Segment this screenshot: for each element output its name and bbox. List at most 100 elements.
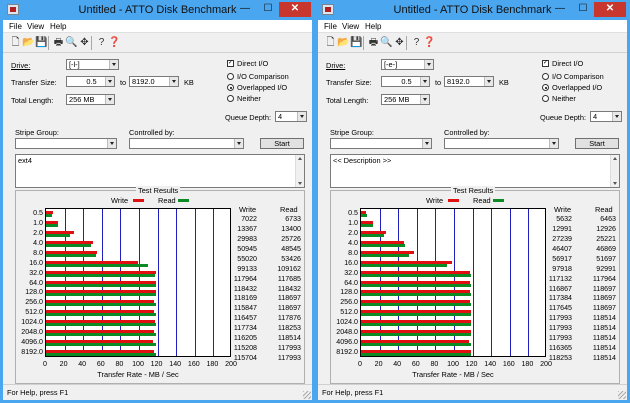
title-bar: Untitled - ATTO Disk Benchmark — ☐ ✕: [318, 0, 627, 20]
read-value: 51697: [596, 254, 616, 263]
chevron-down-icon: [169, 77, 178, 86]
minimize-button[interactable]: —: [549, 2, 571, 17]
io-comparison-radio[interactable]: [227, 73, 234, 80]
move-icon[interactable]: ✥: [78, 36, 91, 49]
unit-label: KB: [499, 78, 509, 87]
open-folder-icon[interactable]: 📂: [337, 36, 350, 49]
drive-select[interactable]: [-e-]: [381, 59, 434, 70]
neither-radio[interactable]: [227, 95, 234, 102]
status-bar: For Help, press F1: [3, 384, 312, 400]
stripe-group-select[interactable]: [330, 138, 432, 149]
queue-depth-select[interactable]: 4: [590, 111, 622, 122]
queue-depth-select[interactable]: 4: [275, 111, 307, 122]
read-bar: [46, 303, 157, 307]
print-preview-icon[interactable]: 🔍: [65, 36, 78, 49]
read-bar: [46, 283, 157, 287]
minimize-button[interactable]: —: [234, 2, 256, 17]
y-tick-label: 64.0: [344, 278, 358, 287]
overlapped-io-radio[interactable]: [542, 84, 549, 91]
chevron-down-icon: [420, 95, 429, 104]
maximize-button[interactable]: ☐: [257, 2, 279, 17]
scrollbar[interactable]: [295, 155, 304, 187]
description-box[interactable]: << Description >>: [330, 154, 620, 188]
move-icon[interactable]: ✥: [393, 36, 406, 49]
drive-value: [-e-]: [384, 60, 398, 69]
new-doc-icon[interactable]: 🗋: [324, 36, 337, 49]
app-window: Untitled - ATTO Disk Benchmark — ☐ ✕ Fil…: [0, 0, 315, 403]
read-value: 117993: [277, 354, 301, 363]
menu-view[interactable]: View: [342, 22, 359, 31]
neither-radio[interactable]: [542, 95, 549, 102]
menu-help[interactable]: Help: [365, 22, 381, 31]
description-box[interactable]: ext4: [15, 154, 305, 188]
read-bar: [361, 293, 472, 297]
print-icon[interactable]: 🖶: [367, 36, 380, 49]
print-icon[interactable]: 🖶: [52, 36, 65, 49]
transfer-from-select[interactable]: 0.5: [66, 76, 115, 87]
save-icon[interactable]: 💾: [350, 36, 363, 49]
read-value: 118253: [277, 324, 301, 333]
read-value: 118432: [277, 284, 301, 293]
read-bar: [361, 233, 385, 237]
gridline: [509, 209, 511, 356]
transfer-from-value: 0.5: [401, 77, 412, 86]
gridline: [491, 209, 493, 356]
read-bar: [46, 213, 53, 217]
close-button[interactable]: ✕: [594, 2, 626, 17]
new-doc-icon[interactable]: 🗋: [9, 36, 22, 49]
overlapped-io-radio[interactable]: [227, 84, 234, 91]
controlled-by-select[interactable]: [129, 138, 244, 149]
open-folder-icon[interactable]: 📂: [22, 36, 35, 49]
y-tick-label: 128.0: [25, 288, 43, 297]
read-bar: [46, 243, 92, 247]
close-button[interactable]: ✕: [279, 2, 311, 17]
direct-io-checkbox[interactable]: ✓: [227, 60, 234, 67]
scrollbar[interactable]: [610, 155, 619, 187]
title-bar: Untitled - ATTO Disk Benchmark — ☐ ✕: [3, 0, 312, 20]
y-tick-label: 0.5: [348, 208, 358, 217]
transfer-to-select[interactable]: 8192.0: [444, 76, 494, 87]
x-tick-label: 20: [59, 360, 68, 368]
total-length-select[interactable]: 256 MB: [66, 94, 115, 105]
read-value: 117876: [277, 314, 301, 323]
menu-view[interactable]: View: [27, 22, 44, 31]
menu-file[interactable]: File: [9, 22, 22, 31]
transfer-to-select[interactable]: 8192.0: [129, 76, 179, 87]
menu-bar: File View Help: [318, 20, 627, 32]
y-tick-label: 64.0: [29, 278, 43, 287]
context-help-icon[interactable]: ❓: [423, 36, 436, 49]
io-comparison-radio[interactable]: [542, 73, 549, 80]
total-length-select[interactable]: 256 MB: [381, 94, 430, 105]
toolbar-separator: [363, 36, 364, 50]
start-button[interactable]: Start: [575, 138, 619, 149]
read-value: 12926: [596, 224, 616, 233]
transfer-from-select[interactable]: 0.5: [381, 76, 430, 87]
resize-grip[interactable]: [303, 391, 311, 399]
write-value: 116457: [233, 314, 257, 323]
direct-io-checkbox[interactable]: ✓: [542, 60, 549, 67]
menu-help[interactable]: Help: [50, 22, 66, 31]
read-bar: [46, 343, 156, 347]
save-icon[interactable]: 💾: [35, 36, 48, 49]
help-icon[interactable]: ?: [410, 36, 423, 49]
to-label: to: [435, 78, 442, 87]
help-icon[interactable]: ?: [95, 36, 108, 49]
print-preview-icon[interactable]: 🔍: [380, 36, 393, 49]
y-tick-label: 256.0: [25, 298, 43, 307]
y-tick-label: 8192.0: [21, 348, 43, 357]
maximize-button[interactable]: ☐: [572, 2, 594, 17]
controlled-by-select[interactable]: [444, 138, 559, 149]
drive-select[interactable]: [-l-]: [66, 59, 119, 70]
read-value: 118697: [277, 304, 301, 313]
context-help-icon[interactable]: ❓: [108, 36, 121, 49]
resize-grip[interactable]: [618, 391, 626, 399]
settings-panel: Drive: [-e-] Transfer Size: 0.5 to 8192.…: [318, 53, 627, 387]
y-tick-label: 2.0: [348, 228, 358, 237]
write-value: 117645: [548, 304, 572, 313]
legend-write-swatch: [133, 199, 144, 202]
app-window: Untitled - ATTO Disk Benchmark — ☐ ✕ Fil…: [315, 0, 630, 403]
controlled-by-label: Controlled by:: [129, 128, 175, 137]
menu-file[interactable]: File: [324, 22, 337, 31]
start-button[interactable]: Start: [260, 138, 304, 149]
stripe-group-select[interactable]: [15, 138, 117, 149]
